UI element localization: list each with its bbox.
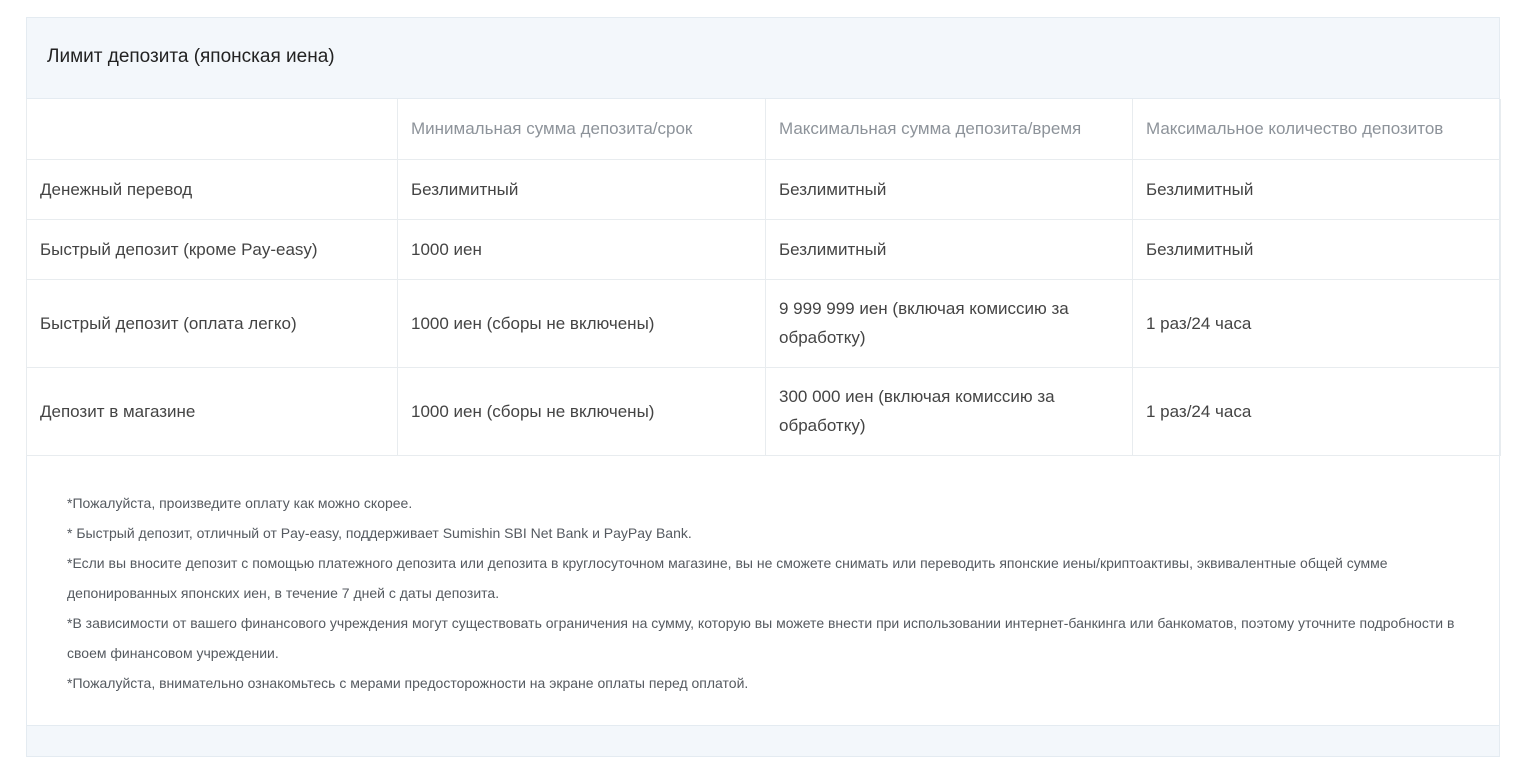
cell-max-amount: Безлимитный: [765, 218, 1133, 280]
cell-max-amount: 300 000 иен (включая комиссию за обработ…: [765, 366, 1133, 456]
cell-max-amount: 9 999 999 иен (включая комиссию за обраб…: [765, 278, 1133, 368]
cell-min-amount: 1000 иен (сборы не включены): [397, 366, 766, 456]
column-header-min-amount: Минимальная сумма депозита/срок: [397, 99, 766, 160]
cell-max-count: 1 раз/24 часа: [1132, 278, 1501, 368]
table-row: Быстрый депозит (кроме Pay-easy) 1000 ие…: [26, 218, 1501, 280]
note-withdrawal-restriction: *Если вы вносите депозит с помощью плате…: [67, 554, 1388, 601]
note-precautions: *Пожалуйста, внимательно ознакомьтесь с …: [67, 674, 749, 691]
deposit-limit-table: Минимальная сумма депозита/срок Максимал…: [26, 99, 1501, 456]
cell-method: Депозит в магазине: [26, 366, 398, 456]
table-row: Денежный перевод Безлимитный Безлимитный…: [26, 158, 1501, 220]
note-institution-limits: *В зависимости от вашего финансового учр…: [67, 614, 1455, 661]
next-section-header: [27, 725, 1499, 756]
table-row: Быстрый депозит (оплата легко) 1000 иен …: [26, 278, 1501, 368]
cell-min-amount: 1000 иен: [397, 218, 766, 280]
cell-max-count: 1 раз/24 часа: [1132, 366, 1501, 456]
cell-method: Денежный перевод: [26, 158, 398, 220]
notes-section: *Пожалуйста, произведите оплату как можн…: [27, 456, 1499, 698]
column-header-max-count: Максимальное количество депозитов: [1132, 99, 1501, 160]
cell-method: Быстрый депозит (кроме Pay-easy): [26, 218, 398, 280]
cell-max-count: Безлимитный: [1132, 158, 1501, 220]
note-supported-banks: * Быстрый депозит, отличный от Pay-easy,…: [67, 524, 692, 541]
cell-min-amount: 1000 иен (сборы не включены): [397, 278, 766, 368]
note-pay-soon: *Пожалуйста, произведите оплату как можн…: [67, 494, 413, 511]
cell-method: Быстрый депозит (оплата легко): [26, 278, 398, 368]
table-row: Депозит в магазине 1000 иен (сборы не вк…: [26, 366, 1501, 456]
card-header: Лимит депозита (японская иена): [27, 18, 1499, 99]
card-title: Лимит депозита (японская иена): [47, 46, 335, 67]
column-header-method: [26, 99, 398, 160]
cell-max-amount: Безлимитный: [765, 158, 1133, 220]
table-header-row: Минимальная сумма депозита/срок Максимал…: [26, 99, 1501, 160]
cell-min-amount: Безлимитный: [397, 158, 766, 220]
cell-max-count: Безлимитный: [1132, 218, 1501, 280]
column-header-max-amount: Максимальная сумма депозита/время: [765, 99, 1133, 160]
deposit-limit-card: Лимит депозита (японская иена) Минимальн…: [26, 17, 1501, 757]
